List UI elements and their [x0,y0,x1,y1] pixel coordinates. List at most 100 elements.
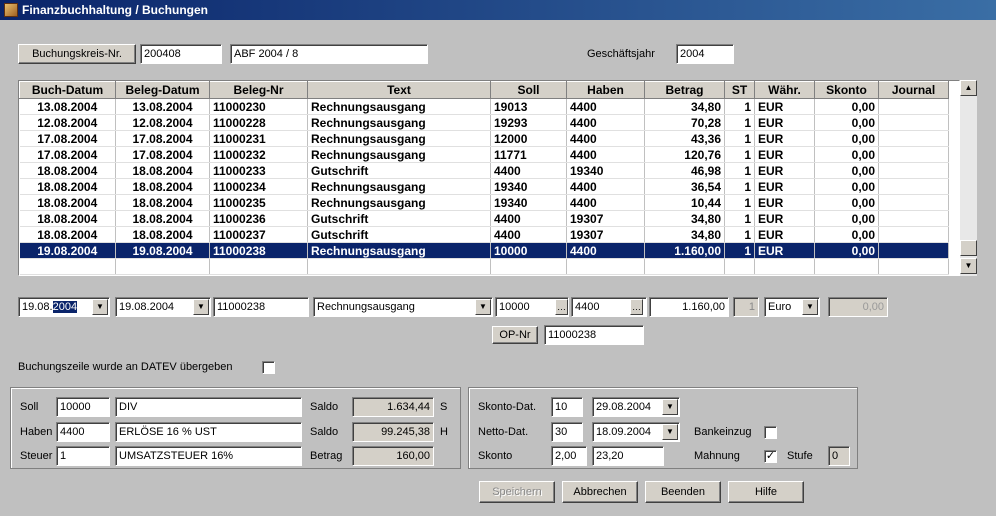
stufe-label: Stufe [787,450,813,462]
table-cell: 18.08.2004 [19,210,116,227]
table-row[interactable]: 18.08.2004 18.08.2004 11000234 Rechnungsaus… [19,178,949,195]
table-row[interactable]: 13.08.2004 13.08.2004 11000230 Rechnungsaus… [19,98,949,115]
table-cell: Rechnungsausgang [307,146,491,163]
table-row[interactable]: 18.08.2004 18.08.2004 11000237 Gutschrift 44… [19,226,949,243]
hilfe-button[interactable]: Hilfe [728,481,804,503]
text-input[interactable]: Rechnungsausgang [313,297,493,317]
table-row[interactable]: 19.08.2004 19.08.2004 11000238 Rechnungsaus… [19,242,949,259]
steuer-input[interactable]: 1 [56,446,110,466]
table-cell: EUR [754,210,815,227]
table-cell: 0,00 [814,130,879,147]
skonto-pct-input[interactable]: 2,00 [551,446,587,466]
table-row[interactable]: 12.08.2004 12.08.2004 11000228 Rechnungsaus… [19,114,949,131]
column-header[interactable]: Text [307,81,491,99]
table-cell: 18.08.2004 [19,226,116,243]
scroll-down-icon[interactable]: ▼ [960,258,977,274]
table-row[interactable]: 17.08.2004 17.08.2004 11000232 Rechnungsaus… [19,146,949,163]
buchungskreis-input[interactable]: 200408 [140,44,222,64]
speichern-button[interactable]: Speichern [479,481,555,503]
netto-dat-days[interactable]: 30 [551,422,583,442]
table-cell: 17.08.2004 [19,146,116,163]
buch-datum-dropdown-icon[interactable]: ▼ [92,299,108,315]
st-input: 1 [733,297,759,317]
skonto-amount-input[interactable]: 23,20 [592,446,664,466]
table-cell: 18.08.2004 [19,162,116,179]
table-cell: 0,00 [814,162,879,179]
betrag-input[interactable]: 1.160,00 [649,297,729,317]
abbrechen-button[interactable]: Abbrechen [562,481,638,503]
table-cell: Rechnungsausgang [307,242,491,259]
skonto-dat-days[interactable]: 10 [551,397,583,417]
haben-account-input[interactable]: 4400 [56,422,110,442]
column-header[interactable]: Beleg-Nr [209,81,308,99]
table-row[interactable]: 17.08.2004 17.08.2004 11000231 Rechnungsaus… [19,130,949,147]
table-row-empty[interactable] [19,258,949,275]
op-nr-button[interactable]: OP-Nr [492,326,538,344]
text-dropdown-icon[interactable]: ▼ [475,299,491,315]
haben-saldo-value: 99.245,38 [352,422,434,442]
table-cell: 18.08.2004 [115,162,210,179]
table-cell [754,258,815,275]
waehrung-dropdown-icon[interactable]: ▼ [802,299,818,315]
table-cell [878,98,949,115]
table-cell: 11000230 [209,98,308,115]
table-cell [115,258,210,275]
scroll-up-icon[interactable]: ▲ [960,80,977,96]
haben-saldo-label: Saldo [310,426,339,438]
table-cell: 12.08.2004 [115,114,210,131]
column-header[interactable]: ST [724,81,755,99]
table-cell [814,258,879,275]
table-cell: 11000231 [209,130,308,147]
table-cell: 11000237 [209,226,308,243]
table-cell: 17.08.2004 [115,130,210,147]
mahnung-checkbox[interactable]: ✓ [764,450,777,463]
haben-lookup-button[interactable]: … [630,299,643,315]
column-header[interactable]: Buch-Datum [19,81,116,99]
soll-lookup-button[interactable]: … [555,299,568,315]
column-header[interactable]: Skonto [814,81,879,99]
scroll-thumb[interactable] [960,240,977,256]
soll-account-input[interactable]: 10000 [56,397,110,417]
geschaeftsjahr-label: Geschäftsjahr [587,48,655,60]
table-cell: 70,28 [644,114,725,131]
steuer-betrag-value: 160,00 [352,446,434,466]
datev-checkbox[interactable] [262,361,275,374]
bookings-table[interactable]: Buch-Datum Beleg-Datum Beleg-Nr Text Soll Hab… [18,80,960,276]
table-cell: 12.08.2004 [19,114,116,131]
beenden-button[interactable]: Beenden [645,481,721,503]
column-header[interactable]: Beleg-Datum [115,81,210,99]
table-cell: EUR [754,114,815,131]
table-cell: 1 [724,178,755,195]
column-header[interactable]: Betrag [644,81,725,99]
column-header[interactable]: Soll [490,81,567,99]
column-header[interactable]: Währ. [754,81,815,99]
beleg-nr-input[interactable]: 11000238 [213,297,309,317]
column-header[interactable]: Haben [566,81,645,99]
table-cell: 4400 [566,242,645,259]
op-nr-input[interactable]: 11000238 [544,325,644,345]
table-cell [878,194,949,211]
table-cell: Rechnungsausgang [307,178,491,195]
table-row[interactable]: 18.08.2004 18.08.2004 11000236 Gutschrift 44… [19,210,949,227]
table-cell: 11000238 [209,242,308,259]
table-cell: Gutschrift [307,226,491,243]
table-cell: 11000236 [209,210,308,227]
bankeinzug-checkbox[interactable] [764,426,777,439]
table-cell [878,130,949,147]
buchungskreis-button[interactable]: Buchungskreis-Nr. [18,44,136,64]
description-input[interactable]: ABF 2004 / 8 [230,44,428,64]
soll-account-name: DIV [115,397,302,417]
beleg-datum-dropdown-icon[interactable]: ▼ [193,299,209,315]
table-cell: 4400 [490,226,567,243]
table-row[interactable]: 18.08.2004 18.08.2004 11000233 Gutschrift 44… [19,162,949,179]
geschaeftsjahr-input[interactable]: 2004 [676,44,734,64]
skonto-dat-dropdown-icon[interactable]: ▼ [662,399,678,415]
table-cell: 1 [724,162,755,179]
table-cell: 4400 [566,146,645,163]
table-scrollbar[interactable]: ▲ ▼ [960,80,977,276]
table-cell: 1 [724,114,755,131]
table-cell: 10000 [490,242,567,259]
column-header[interactable]: Journal [878,81,949,99]
table-row[interactable]: 18.08.2004 18.08.2004 11000235 Rechnungsaus… [19,194,949,211]
netto-dat-dropdown-icon[interactable]: ▼ [662,424,678,440]
